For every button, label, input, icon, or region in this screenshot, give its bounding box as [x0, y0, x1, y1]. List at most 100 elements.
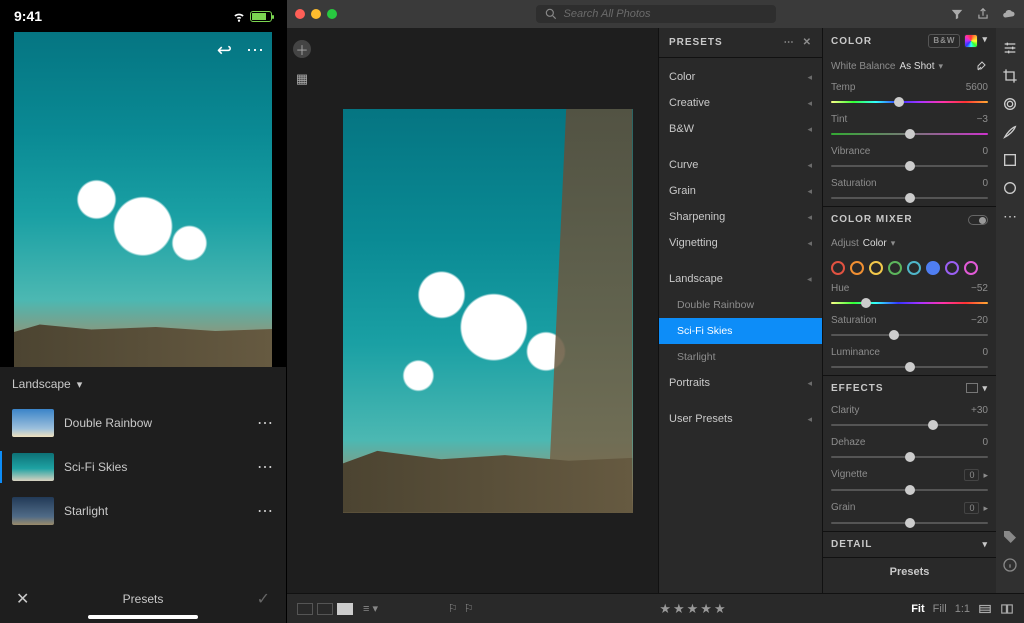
screen-icon[interactable] — [966, 383, 978, 393]
section-color[interactable]: COLOR B&W ▾ — [823, 28, 996, 54]
more-icon[interactable]: ⋯ — [784, 37, 795, 48]
vignette-slider[interactable] — [831, 484, 988, 496]
add-photo-icon[interactable]: ＋ — [293, 40, 311, 58]
share-icon[interactable] — [976, 7, 990, 21]
view-mode-toggles[interactable] — [297, 603, 353, 615]
section-effects[interactable]: EFFECTS ▾ — [823, 375, 996, 401]
color-tint[interactable]: Tint−3 — [823, 110, 996, 142]
presets-row-curve[interactable]: Curve◂ — [659, 152, 822, 178]
color-swatch[interactable] — [964, 261, 978, 275]
grid-view-icon[interactable] — [297, 603, 313, 615]
mixer-luminance[interactable]: Luminance0 — [823, 343, 996, 375]
presets-row-double-rainbow[interactable]: Double Rainbow — [659, 292, 822, 318]
color-swatch[interactable] — [945, 261, 959, 275]
tag-icon[interactable] — [1002, 529, 1018, 545]
color-swatch[interactable] — [926, 261, 940, 275]
mixer-luminance-slider[interactable] — [831, 361, 988, 373]
more-icon[interactable]: ⋯ — [257, 457, 274, 477]
star-icon[interactable]: ★ — [659, 601, 671, 617]
preset-item-starlight[interactable]: Starlight ⋯ — [0, 489, 286, 533]
effects-clarity[interactable]: Clarity+30 — [823, 401, 996, 433]
presets-row-user-presets[interactable]: User Presets◂ — [659, 406, 822, 432]
color-swatch[interactable] — [907, 261, 921, 275]
presets-row-creative[interactable]: Creative◂ — [659, 90, 822, 116]
minimize-window-icon[interactable] — [311, 9, 321, 19]
filter-icon[interactable] — [950, 7, 964, 21]
presets-row-b&w[interactable]: B&W◂ — [659, 116, 822, 142]
preset-item-scifi-skies[interactable]: Sci-Fi Skies ⋯ — [0, 445, 286, 489]
white-balance-row[interactable]: White Balance As Shot ▾ — [823, 54, 996, 78]
presets-row-starlight[interactable]: Starlight — [659, 344, 822, 370]
mixer-saturation[interactable]: Saturation−20 — [823, 311, 996, 343]
adjust-footer-presets[interactable]: Presets — [823, 557, 996, 585]
star-icon[interactable]: ★ — [673, 601, 685, 617]
color-temp[interactable]: Temp5600 — [823, 78, 996, 110]
color-vibrance[interactable]: Vibrance0 — [823, 142, 996, 174]
home-indicator[interactable] — [88, 615, 198, 619]
close-window-icon[interactable] — [295, 9, 305, 19]
mobile-photo[interactable]: ↩︎ ⋯ — [14, 32, 272, 367]
maximize-window-icon[interactable] — [327, 9, 337, 19]
linear-gradient-icon[interactable] — [1002, 152, 1018, 168]
star-icon[interactable]: ★ — [700, 601, 712, 617]
search-input[interactable]: Search All Photos — [536, 5, 776, 23]
crop-icon[interactable] — [1002, 68, 1018, 84]
sliders-icon[interactable] — [1002, 40, 1018, 56]
color-profile-icon[interactable] — [964, 34, 978, 48]
compare-view-icon[interactable] — [317, 603, 333, 615]
presets-row-sci-fi-skies[interactable]: Sci-Fi Skies — [659, 318, 822, 344]
star-icon[interactable]: ★ — [714, 601, 726, 617]
section-detail[interactable]: DETAIL ▾ — [823, 531, 996, 557]
color-vibrance-slider[interactable] — [831, 160, 988, 172]
grain-row[interactable]: Grain 0 ▸ — [823, 498, 996, 531]
more-icon[interactable]: ⋯ — [257, 413, 274, 433]
more-icon[interactable]: ⋯ — [257, 501, 274, 521]
section-color-mixer[interactable]: COLOR MIXER — [823, 206, 996, 232]
flag-icon[interactable]: ⚐ — [448, 602, 458, 615]
presets-row-portraits[interactable]: Portraits◂ — [659, 370, 822, 396]
bw-toggle[interactable]: B&W — [928, 34, 960, 48]
color-swatch[interactable] — [850, 261, 864, 275]
brush-icon[interactable] — [1002, 124, 1018, 140]
rating-stars[interactable]: ★ ★ ★ ★ ★ — [659, 601, 725, 617]
undo-icon[interactable]: ↩︎ — [217, 40, 232, 61]
cloud-icon[interactable] — [1002, 7, 1016, 21]
zoom-controls[interactable]: Fit Fill 1:1 — [911, 602, 1014, 616]
more-icon[interactable]: ⋯ — [1002, 208, 1018, 224]
color-tint-slider[interactable] — [831, 128, 988, 140]
sort-icon[interactable]: ≡ ▾ — [363, 602, 378, 615]
single-view-icon[interactable] — [337, 603, 353, 615]
color-swatch[interactable] — [888, 261, 902, 275]
heal-icon[interactable] — [1002, 96, 1018, 112]
gallery-icon[interactable]: ▦ — [293, 70, 311, 88]
info-icon[interactable] — [1002, 557, 1018, 573]
presets-row-grain[interactable]: Grain◂ — [659, 178, 822, 204]
presets-row-sharpening[interactable]: Sharpening◂ — [659, 204, 822, 230]
presets-row-color[interactable]: Color◂ — [659, 64, 822, 90]
star-icon[interactable]: ★ — [687, 601, 699, 617]
beforeafter-icon[interactable] — [1000, 602, 1014, 616]
reject-icon[interactable]: ⚐ — [464, 602, 474, 615]
presets-row-landscape[interactable]: Landscape▾ — [659, 266, 822, 292]
zoom-fill[interactable]: Fill — [933, 603, 947, 615]
effects-clarity-slider[interactable] — [831, 419, 988, 431]
effects-dehaze-slider[interactable] — [831, 451, 988, 463]
close-icon[interactable]: ✕ — [16, 589, 29, 609]
photo-canvas[interactable] — [317, 28, 658, 593]
more-icon[interactable]: ⋯ — [246, 40, 264, 61]
mixer-saturation-slider[interactable] — [831, 329, 988, 341]
window-controls[interactable] — [295, 9, 337, 19]
color-mixer-adjust[interactable]: Adjust Color ▾ — [823, 232, 996, 255]
chevron-right-icon[interactable]: ▸ — [983, 470, 988, 481]
filmstrip-icon[interactable] — [978, 602, 992, 616]
radial-gradient-icon[interactable] — [1002, 180, 1018, 196]
close-icon[interactable]: ✕ — [803, 37, 812, 48]
eyedropper-icon[interactable] — [976, 60, 988, 72]
presets-row-vignetting[interactable]: Vignetting◂ — [659, 230, 822, 256]
vignette-row[interactable]: Vignette 0 ▸ — [823, 465, 996, 498]
mobile-preset-category[interactable]: Landscape ▾ — [0, 367, 286, 401]
zoom-11[interactable]: 1:1 — [955, 603, 970, 615]
color-saturation-slider[interactable] — [831, 192, 988, 204]
zoom-fit[interactable]: Fit — [911, 603, 924, 615]
confirm-icon[interactable]: ✓ — [257, 589, 270, 609]
